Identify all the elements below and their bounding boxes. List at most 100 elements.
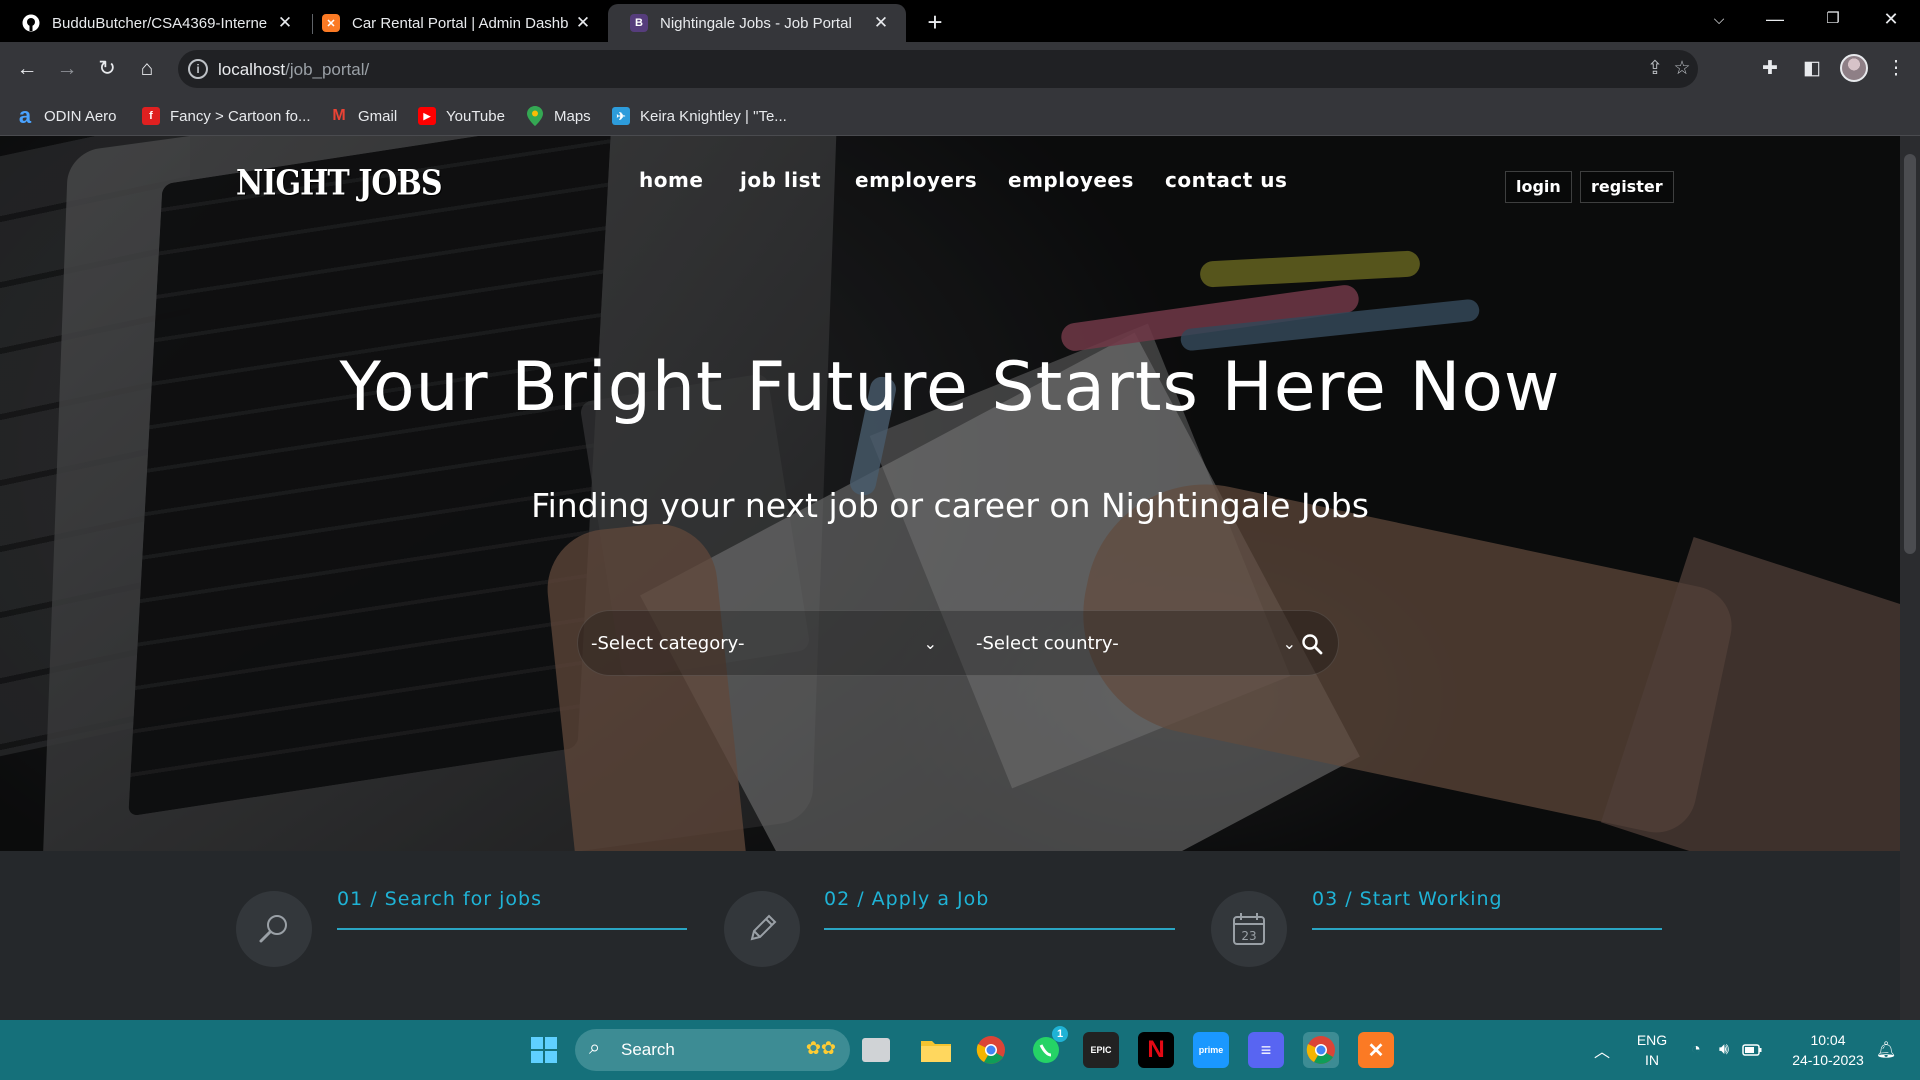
bookmark-fancy[interactable]: f Fancy > Cartoon fo...	[142, 104, 311, 128]
tray-overflow-icon[interactable]: ︿	[1588, 1020, 1616, 1080]
nav-job-list[interactable]: job list	[740, 168, 855, 192]
notification-bell-icon[interactable]: 🔔︎	[1874, 1020, 1898, 1080]
menu-icon[interactable]: ⋮	[1882, 55, 1910, 83]
close-tab-icon[interactable]: ✕	[274, 13, 296, 33]
app-icon[interactable]: ≡	[1248, 1032, 1284, 1068]
tab-nightingale-jobs[interactable]: B Nightingale Jobs - Job Portal ✕	[608, 4, 906, 42]
windows-taskbar: ⌕ Search ✿✿ 1 EPIC N prime ≡ ✕ ︿ ENG IN …	[0, 1020, 1920, 1080]
nav-employees[interactable]: employees	[1008, 168, 1165, 192]
close-tab-icon[interactable]: ✕	[870, 13, 892, 33]
job-search-form: -Select category- ⌄ -Select country- ⌄	[577, 610, 1339, 676]
maps-icon	[526, 106, 544, 126]
bookmark-label: Gmail	[358, 107, 398, 125]
bootstrap-icon: B	[630, 14, 648, 32]
bookmark-keira[interactable]: ✈ Keira Knightley | "Te...	[612, 104, 787, 128]
search-highlight-icon: ✿✿	[805, 1038, 836, 1058]
site-logo[interactable]: NIGHT JOBS	[236, 163, 443, 203]
step-divider	[337, 928, 687, 930]
search-icon[interactable]	[1301, 633, 1323, 655]
new-tab-button[interactable]: +	[920, 8, 950, 38]
chrome-icon[interactable]	[973, 1032, 1009, 1068]
country-select[interactable]: -Select country- ⌄	[976, 611, 1296, 677]
scrollbar-thumb[interactable]	[1904, 154, 1916, 554]
bookmark-gmail[interactable]: M Gmail	[330, 104, 397, 128]
forward-icon[interactable]: →	[53, 55, 81, 83]
windows-start-icon[interactable]	[526, 1032, 562, 1068]
bookmark-label: Fancy > Cartoon fo...	[170, 107, 311, 125]
step-search-label: 01 / Search for jobs	[337, 888, 542, 910]
url-text[interactable]: localhost/job_portal/	[218, 60, 369, 80]
page-scrollbar[interactable]	[1900, 136, 1920, 1020]
chevron-down-icon: ⌄	[923, 634, 937, 653]
task-view-icon[interactable]	[862, 1038, 890, 1062]
file-explorer-icon[interactable]	[918, 1032, 954, 1068]
restore-button[interactable]: ❐	[1808, 0, 1858, 40]
tab-strip: BudduButcher/CSA4369-Interne ✕ ✕ Car Ren…	[0, 0, 1920, 42]
bookmark-label: ODIN Aero	[44, 107, 117, 125]
address-bar[interactable]: i localhost/job_portal/ ⇪ ☆	[178, 50, 1698, 88]
tab-title: Nightingale Jobs - Job Portal	[660, 14, 852, 32]
register-button[interactable]: register	[1580, 171, 1674, 203]
category-select-value: -Select category-	[591, 633, 745, 654]
reload-icon[interactable]: ↻	[93, 55, 121, 83]
taskbar-search-placeholder: Search	[621, 1040, 675, 1059]
tab-search-icon[interactable]: ⌵	[1694, 0, 1744, 40]
clock[interactable]: 10:04 24-10-2023	[1780, 1020, 1876, 1080]
minimize-button[interactable]: —	[1750, 0, 1800, 40]
category-select[interactable]: -Select category- ⌄	[591, 611, 951, 677]
tab-title: Car Rental Portal | Admin Dashb	[352, 14, 569, 32]
tab-car-rental[interactable]: ✕ Car Rental Portal | Admin Dashb ✕	[300, 4, 608, 42]
fancy-icon: f	[142, 107, 160, 125]
notification-badge: 1	[1052, 1026, 1068, 1042]
nav-contact-us[interactable]: contact us	[1165, 168, 1287, 192]
odin-icon: a	[18, 103, 32, 128]
site-info-icon[interactable]: i	[188, 59, 208, 79]
step-start-label: 03 / Start Working	[1312, 888, 1503, 910]
nav-home[interactable]: home	[639, 168, 740, 192]
hero-subtitle: Finding your next job or career on Night…	[531, 486, 1369, 525]
whatsapp-icon[interactable]: 1	[1028, 1026, 1068, 1068]
hero-title: Your Bright Future Starts Here Now	[339, 348, 1561, 427]
login-button[interactable]: login	[1505, 171, 1572, 203]
bookmark-odin-aero[interactable]: a ODIN Aero	[16, 103, 117, 128]
country-select-value: -Select country-	[976, 633, 1119, 654]
extensions-icon[interactable]: ✚	[1756, 55, 1784, 83]
search-icon: ⌕	[589, 1037, 601, 1059]
language-code: ENG	[1636, 1032, 1668, 1048]
epic-games-icon[interactable]: EPIC	[1083, 1032, 1119, 1068]
taskbar-search[interactable]: ⌕ Search ✿✿	[575, 1029, 850, 1071]
side-panel-icon[interactable]: ◧	[1798, 55, 1826, 83]
prime-video-icon[interactable]: prime	[1193, 1032, 1229, 1068]
hero-section: NIGHT JOBS home job list employers emplo…	[0, 136, 1900, 851]
bookmark-youtube[interactable]: ▶ YouTube	[418, 104, 505, 128]
calendar-icon: 23	[1211, 891, 1287, 967]
wifi-icon[interactable]: ◔	[1684, 1020, 1708, 1080]
bookmark-icon: ✈	[612, 107, 630, 125]
clock-date: 24-10-2023	[1792, 1052, 1864, 1068]
bookmark-star-icon[interactable]: ☆	[1670, 58, 1694, 82]
profile-avatar[interactable]	[1840, 54, 1868, 82]
language-indicator[interactable]: ENG IN	[1628, 1020, 1676, 1080]
battery-icon[interactable]	[1740, 1020, 1764, 1080]
chrome-active-icon[interactable]	[1303, 1032, 1339, 1068]
share-icon[interactable]: ⇪	[1643, 58, 1667, 82]
step-apply-label: 02 / Apply a Job	[824, 888, 990, 910]
tab-github[interactable]: BudduButcher/CSA4369-Interne ✕	[0, 4, 310, 42]
volume-icon[interactable]: 🔊︎	[1712, 1020, 1736, 1080]
nav-employers[interactable]: employers	[855, 168, 1008, 192]
bookmark-maps[interactable]: Maps	[526, 104, 591, 128]
xampp-icon[interactable]: ✕	[1358, 1032, 1394, 1068]
how-it-works-strip: 01 / Search for jobs 02 / Apply a Job 23…	[0, 851, 1900, 1020]
calendar-day: 23	[1241, 929, 1256, 943]
step-divider	[1312, 928, 1662, 930]
netflix-icon[interactable]: N	[1138, 1032, 1174, 1068]
bookmark-label: Maps	[554, 107, 591, 125]
youtube-icon: ▶	[418, 107, 436, 125]
clock-time: 10:04	[1810, 1032, 1846, 1048]
home-icon[interactable]: ⌂	[133, 55, 161, 83]
close-window-button[interactable]: ✕	[1866, 0, 1916, 40]
close-tab-icon[interactable]: ✕	[572, 13, 594, 33]
region-code: IN	[1645, 1052, 1659, 1068]
back-icon[interactable]: ←	[13, 55, 41, 83]
github-icon	[22, 14, 40, 32]
